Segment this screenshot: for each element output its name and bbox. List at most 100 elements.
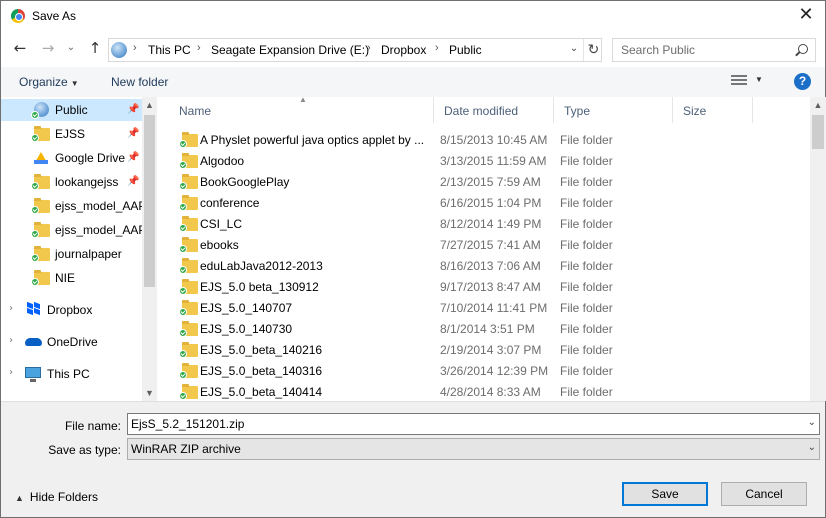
chevron-down-icon[interactable]: ⌄ [808, 417, 816, 428]
cancel-button[interactable]: Cancel [721, 482, 807, 506]
file-row[interactable]: EJS_5.0_beta_140414 4/28/2014 8:33 AM File… [169, 381, 809, 401]
pin-icon[interactable]: 📌 [127, 176, 139, 187]
back-arrow-icon[interactable]: ← [9, 37, 31, 59]
sidebar-item-onedrive[interactable]: › OneDrive [1, 331, 142, 353]
sidebar-item-ejss-model-aap-2[interactable]: ejss_model_AAP [1, 219, 146, 241]
recent-locations-chevron-icon[interactable]: ⌄ [64, 37, 78, 59]
file-row[interactable]: conference 6/16/2015 1:04 PM File folder [169, 192, 809, 213]
breadcrumb-separator-icon: › [197, 42, 201, 54]
scroll-down-icon[interactable]: ▼ [142, 385, 157, 401]
file-row[interactable]: A Physlet powerful java optics applet by… [169, 129, 809, 150]
file-date-cell: 8/12/2014 1:49 PM [440, 217, 542, 231]
sidebar-item-google-drive[interactable]: Google Drive 📌 [1, 147, 142, 169]
file-date-cell: 7/27/2015 7:41 AM [440, 238, 541, 252]
sidebar-item-lookangejss[interactable]: lookangejss 📌 [1, 171, 142, 193]
file-date-cell: 2/13/2015 7:59 AM [440, 175, 541, 189]
sidebar-item-ejss[interactable]: EJSS 📌 [1, 123, 142, 145]
sidebar-item-label: EJSS [55, 127, 86, 141]
file-row[interactable]: Algodoo 3/13/2015 11:59 AM File folder [169, 150, 809, 171]
file-name-cell: EJS_5.0_140707 [200, 301, 293, 315]
breadcrumb-separator-icon: › [367, 42, 371, 54]
file-list-scrollbar[interactable]: ▲ [810, 97, 826, 401]
sidebar-item-label: ejss_model_AAP [55, 199, 147, 213]
navigation-pane-scrollbar[interactable]: ▲ ▼ [142, 97, 157, 401]
file-row[interactable]: EJS_5.0 beta_130912 9/17/2013 8:47 AM File… [169, 276, 809, 297]
file-type-cell: File folder [560, 280, 613, 294]
expand-chevron-icon[interactable]: › [9, 303, 13, 314]
sidebar-item-nie[interactable]: NIE [1, 267, 142, 289]
file-name-cell: EJS_5.0_140730 [200, 322, 293, 336]
close-icon[interactable]: ✕ [795, 4, 817, 26]
column-header-date-modified[interactable]: Date modified [434, 97, 554, 123]
chrome-icon [11, 9, 25, 23]
column-header-size[interactable]: Size [673, 97, 753, 123]
command-bar: Organize ▼ New folder ▼ ? [1, 67, 825, 97]
file-name-cell: A Physlet powerful java optics applet by… [200, 133, 425, 147]
help-icon[interactable]: ? [794, 73, 811, 90]
save-as-type-select[interactable]: WinRAR ZIP archive ⌄ [127, 438, 820, 460]
search-box[interactable]: Search Public [612, 38, 816, 62]
column-header-type[interactable]: Type [554, 97, 673, 123]
chevron-down-icon[interactable]: ⌄ [808, 442, 816, 453]
sidebar-item-public[interactable]: Public 📌 [1, 99, 142, 121]
file-row[interactable]: CSI_LC 8/12/2014 1:49 PM File folder [169, 213, 809, 234]
file-row[interactable]: EJS_5.0_beta_140316 3/26/2014 12:39 PM Fil… [169, 360, 809, 381]
scroll-up-icon[interactable]: ▲ [142, 97, 157, 113]
new-folder-button[interactable]: New folder [111, 75, 168, 89]
expand-chevron-icon[interactable]: › [9, 335, 13, 346]
sidebar-item-label: NIE [55, 271, 76, 285]
save-options-panel: File name: EjsS_5.2_151201.zip ⌄ Save as… [1, 401, 825, 517]
file-type-cell: File folder [560, 301, 613, 315]
sync-check-icon [31, 134, 39, 142]
file-name-cell: EJS_5.0_beta_140414 [200, 385, 323, 399]
file-row[interactable]: EJS_5.0_140707 7/10/2014 11:41 PM File fol… [169, 297, 809, 318]
view-options-icon[interactable] [731, 74, 749, 88]
organize-caret-icon: ▼ [70, 79, 79, 88]
onedrive-icon [25, 338, 42, 346]
expand-chevron-icon[interactable]: › [9, 367, 13, 378]
sidebar-item-ejss-model-aap[interactable]: ejss_model_AAP [1, 195, 146, 217]
file-date-cell: 3/26/2014 12:39 PM [440, 364, 549, 378]
view-dropdown-caret-icon[interactable]: ▼ [755, 75, 763, 84]
column-header-name[interactable]: ▲ Name [169, 97, 434, 123]
file-type-cell: File folder [560, 196, 613, 210]
file-date-cell: 8/16/2013 7:06 AM [440, 259, 541, 273]
pin-icon[interactable]: 📌 [127, 104, 139, 115]
window-title: Save As [32, 9, 77, 23]
sidebar-item-journalpaper[interactable]: journalpaper [1, 243, 142, 265]
breadcrumb-this-pc[interactable]: This PC [148, 43, 191, 57]
forward-arrow-icon[interactable]: → [37, 37, 59, 59]
organize-button[interactable]: Organize ▼ [19, 75, 79, 89]
file-row[interactable]: ebooks 7/27/2015 7:41 AM File folder [169, 234, 809, 255]
hide-folders-button[interactable]: ▲ Hide Folders [15, 490, 98, 504]
breadcrumb-seagate-drive[interactable]: Seagate Expansion Drive (E:) [211, 43, 369, 57]
breadcrumb-public[interactable]: Public [449, 43, 482, 57]
file-name-cell: EJS_5.0 beta_130912 [200, 280, 319, 294]
search-input[interactable]: Search Public [621, 43, 695, 57]
breadcrumb-dropbox[interactable]: Dropbox [381, 43, 426, 57]
scroll-up-icon[interactable]: ▲ [810, 97, 826, 113]
file-name-cell: conference [200, 196, 260, 210]
up-arrow-icon[interactable]: ↑ [84, 37, 106, 59]
sync-check-icon [179, 392, 187, 400]
file-row[interactable]: EJS_5.0_beta_140216 2/19/2014 3:07 PM File… [169, 339, 809, 360]
pin-icon[interactable]: 📌 [127, 152, 139, 163]
sidebar-item-dropbox[interactable]: › Dropbox [1, 299, 142, 321]
file-row[interactable]: eduLabJava2012-2013 8/16/2013 7:06 AM File… [169, 255, 809, 276]
file-name-input[interactable]: EjsS_5.2_151201.zip ⌄ [127, 413, 820, 435]
file-row[interactable]: BookGooglePlay 2/13/2015 7:59 AM File fold… [169, 171, 809, 192]
address-dropdown-chevron-icon[interactable]: ⌄ [567, 43, 581, 54]
save-button[interactable]: Save [622, 482, 708, 506]
file-name-label: File name: [64, 419, 121, 433]
address-bar[interactable]: › This PC › Seagate Expansion Drive (E:)… [108, 38, 602, 62]
sidebar-item-this-pc[interactable]: › This PC [1, 363, 142, 385]
pin-icon[interactable]: 📌 [127, 128, 139, 139]
refresh-icon[interactable]: ↻ [583, 39, 603, 61]
scrollbar-thumb[interactable] [812, 115, 824, 149]
file-row[interactable]: EJS_5.0_140730 8/1/2014 3:51 PM File folde… [169, 318, 809, 339]
sync-check-icon [31, 230, 39, 238]
computer-icon [25, 367, 41, 382]
search-icon[interactable] [798, 44, 808, 54]
file-type-cell: File folder [560, 238, 613, 252]
scrollbar-thumb[interactable] [144, 115, 155, 287]
